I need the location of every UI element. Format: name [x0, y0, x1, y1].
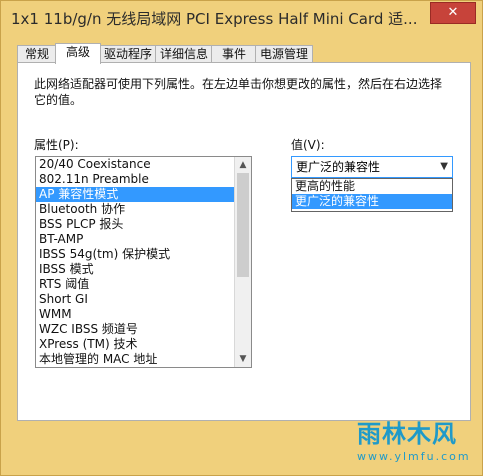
panel-description: 此网络适配器可使用下列属性。在左边单击你想更改的属性，然后在右边选择它的值。 — [34, 77, 443, 107]
watermark-text: 雨林木风 — [357, 420, 457, 448]
list-item[interactable]: Short GI — [36, 292, 251, 307]
close-icon: ✕ — [447, 5, 459, 20]
list-item[interactable]: 20/40 Coexistance — [36, 157, 251, 172]
list-item[interactable]: BT-AMP — [36, 232, 251, 247]
dropdown-option[interactable]: 更广泛的兼容性 — [292, 194, 452, 209]
list-item[interactable]: RTS 阈值 — [36, 277, 251, 292]
value-select[interactable]: 更广泛的兼容性 ▼ — [291, 156, 453, 178]
list-item[interactable]: AP 兼容性模式 — [36, 187, 251, 202]
list-item[interactable]: 802.11n Preamble — [36, 172, 251, 187]
tab-general[interactable]: 常规 — [17, 45, 57, 63]
tab-driver[interactable]: 驱动程序 — [99, 45, 157, 63]
list-item[interactable]: XPress (TM) 技术 — [36, 337, 251, 352]
window-title: 1x1 11b/g/n 无线局域网 PCI Express Half Mini … — [11, 10, 418, 28]
list-item[interactable]: Bluetooth 协作 — [36, 202, 251, 217]
tab-power-management[interactable]: 电源管理 — [255, 45, 313, 63]
advanced-panel: 此网络适配器可使用下列属性。在左边单击你想更改的属性，然后在右边选择它的值。 属… — [17, 62, 471, 421]
value-label: 值(V): — [291, 138, 325, 152]
close-button[interactable]: ✕ — [430, 2, 476, 24]
title-bar[interactable]: 1x1 11b/g/n 无线局域网 PCI Express Half Mini … — [1, 1, 482, 35]
property-list[interactable]: 20/40 Coexistance 802.11n Preamble AP 兼容… — [35, 156, 252, 368]
value-dropdown[interactable]: 更高的性能 更广泛的兼容性 — [291, 178, 453, 212]
list-item[interactable]: WMM — [36, 307, 251, 322]
watermark-logo: 雨林木风 www.ylmfu.com — [343, 410, 483, 476]
watermark-url: www.ylmfu.com — [357, 450, 471, 463]
properties-window: 1x1 11b/g/n 无线局域网 PCI Express Half Mini … — [0, 0, 483, 476]
chevron-down-icon[interactable]: ▼ — [440, 157, 448, 177]
list-item[interactable]: IBSS 54g(tm) 保护模式 — [36, 247, 251, 262]
list-item[interactable]: IBSS 模式 — [36, 262, 251, 277]
scroll-down-icon[interactable]: ▼ — [235, 351, 251, 367]
list-item[interactable]: BSS PLCP 报头 — [36, 217, 251, 232]
tab-advanced[interactable]: 高级 — [55, 43, 101, 64]
tab-details[interactable]: 详细信息 — [155, 45, 213, 63]
property-list-scrollbar[interactable]: ▲ ▼ — [234, 157, 251, 367]
tab-events[interactable]: 事件 — [211, 45, 257, 63]
list-item[interactable]: WZC IBSS 频道号 — [36, 322, 251, 337]
dropdown-option[interactable]: 更高的性能 — [292, 179, 452, 194]
scroll-thumb[interactable] — [237, 173, 249, 277]
scroll-up-icon[interactable]: ▲ — [235, 157, 251, 173]
value-select-current: 更广泛的兼容性 — [296, 160, 381, 174]
property-label: 属性(P): — [34, 138, 79, 152]
list-item[interactable]: 本地管理的 MAC 地址 — [36, 352, 251, 367]
